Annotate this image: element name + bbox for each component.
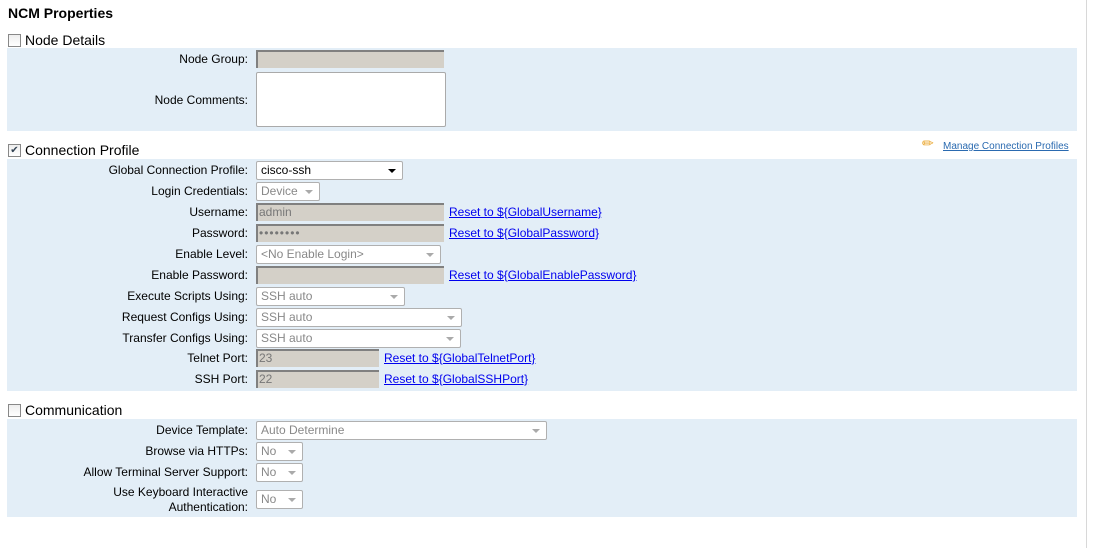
browse-https-label: Browse via HTTPs: — [145, 444, 248, 458]
transfer-configs-label: Transfer Configs Using: — [122, 331, 248, 345]
select-value: No — [261, 492, 277, 506]
chevron-down-icon — [426, 253, 434, 257]
page-title: NCM Properties — [8, 5, 114, 21]
chevron-down-icon — [288, 471, 296, 475]
enable-password-input[interactable] — [256, 266, 444, 284]
reset-ssh-port-link[interactable]: Reset to ${GlobalSSHPort} — [384, 372, 528, 386]
ssh-port-input[interactable]: 22 — [256, 370, 379, 388]
execute-scripts-select[interactable]: SSH auto — [256, 287, 405, 306]
global-profile-label: Global Connection Profile: — [108, 163, 248, 177]
chevron-down-icon — [388, 169, 396, 173]
global-profile-select[interactable]: cisco-ssh — [256, 161, 403, 180]
chevron-down-icon — [288, 450, 296, 454]
password-label: Password: — [191, 226, 248, 240]
label-line: Use Keyboard Interactive — [113, 485, 248, 499]
browse-https-select[interactable]: No — [256, 442, 303, 461]
chevron-down-icon — [288, 498, 296, 502]
node-comments-textarea[interactable] — [256, 72, 446, 127]
node-group-input[interactable] — [256, 50, 444, 68]
section-label: Node Details — [25, 32, 106, 48]
select-value: Auto Determine — [261, 423, 345, 437]
request-configs-label: Request Configs Using: — [121, 310, 248, 324]
manage-connection-profiles-link[interactable]: Manage Connection Profiles — [943, 141, 1069, 152]
node-group-label: Node Group: — [179, 52, 248, 66]
login-credentials-label: Login Credentials: — [151, 184, 248, 198]
pencil-icon: ✏ — [922, 135, 934, 151]
select-value: SSH auto — [261, 310, 313, 324]
section-connection-profile[interactable]: ✔ Connection Profile — [8, 142, 139, 158]
ssh-port-label: SSH Port: — [194, 372, 248, 386]
label-line: Authentication: — [168, 500, 248, 514]
reset-telnet-port-link[interactable]: Reset to ${GlobalTelnetPort} — [384, 351, 535, 365]
section-communication[interactable]: Communication — [8, 402, 122, 418]
password-input[interactable]: •••••••• — [256, 224, 444, 242]
section-node-details[interactable]: Node Details — [8, 32, 105, 48]
keyboard-interactive-select[interactable]: No — [256, 490, 303, 509]
chevron-down-icon — [446, 337, 454, 341]
select-value: SSH auto — [261, 331, 313, 345]
select-value: No — [261, 444, 277, 458]
username-input[interactable]: admin — [256, 203, 444, 221]
keyboard-interactive-label: Use Keyboard Interactive Authentication: — [113, 485, 248, 515]
node-details-checkbox[interactable] — [8, 33, 21, 47]
login-credentials-select[interactable]: Device — [256, 182, 320, 201]
section-label: Connection Profile — [25, 142, 140, 158]
execute-scripts-label: Execute Scripts Using: — [127, 289, 248, 303]
chevron-down-icon — [447, 316, 455, 320]
node-details-panel — [7, 48, 1077, 131]
telnet-port-input[interactable]: 23 — [256, 349, 379, 367]
select-value: No — [261, 465, 277, 479]
enable-level-label: Enable Level: — [175, 247, 248, 261]
chevron-down-icon — [305, 190, 313, 194]
select-value: cisco-ssh — [261, 163, 312, 177]
scrollbar-divider — [1086, 0, 1087, 548]
reset-username-link[interactable]: Reset to ${GlobalUsername} — [449, 205, 602, 219]
transfer-configs-select[interactable]: SSH auto — [256, 329, 461, 348]
chevron-down-icon — [532, 429, 540, 433]
communication-checkbox[interactable] — [8, 403, 21, 417]
device-template-select[interactable]: Auto Determine — [256, 421, 547, 440]
reset-enable-password-link[interactable]: Reset to ${GlobalEnablePassword} — [449, 268, 636, 282]
enable-level-select[interactable]: <No Enable Login> — [256, 245, 441, 264]
section-label: Communication — [25, 402, 123, 418]
select-value: <No Enable Login> — [261, 247, 364, 261]
request-configs-select[interactable]: SSH auto — [256, 308, 462, 327]
enable-password-label: Enable Password: — [151, 268, 248, 282]
terminal-server-label: Allow Terminal Server Support: — [83, 465, 248, 479]
username-label: Username: — [189, 205, 248, 219]
node-comments-label: Node Comments: — [154, 93, 248, 107]
telnet-port-label: Telnet Port: — [187, 351, 248, 365]
chevron-down-icon — [390, 295, 398, 299]
connection-profile-checkbox[interactable]: ✔ — [8, 143, 21, 157]
reset-password-link[interactable]: Reset to ${GlobalPassword} — [449, 226, 599, 240]
device-template-label: Device Template: — [156, 423, 248, 437]
select-value: SSH auto — [261, 289, 313, 303]
terminal-server-select[interactable]: No — [256, 463, 303, 482]
select-value: Device — [261, 184, 298, 198]
